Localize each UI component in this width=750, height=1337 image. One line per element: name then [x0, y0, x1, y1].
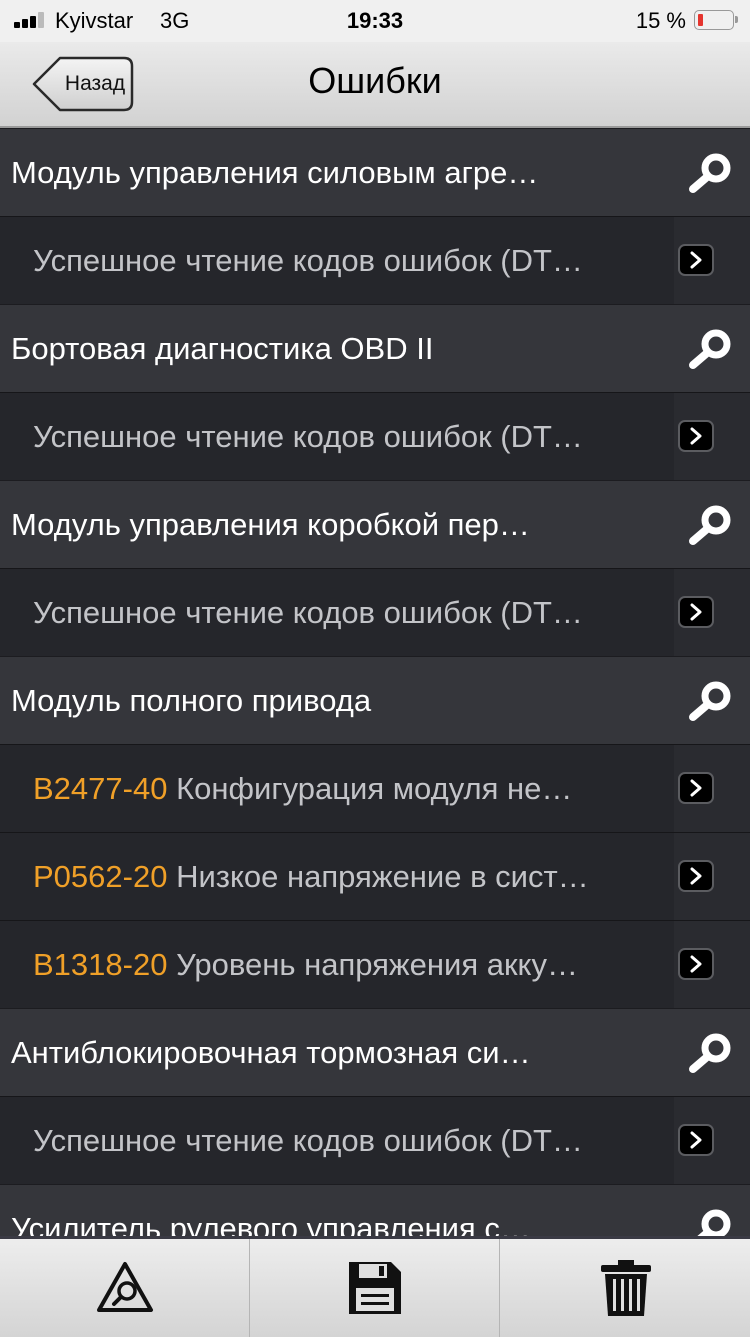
row-text: Успешное чтение кодов ошибок (DT… [33, 1123, 583, 1158]
module-search-button[interactable] [686, 679, 734, 723]
error-row[interactable]: P0562-20 Низкое напряжение в сист… [0, 832, 750, 921]
module-row: Бортовая диагностика OBD II [0, 304, 750, 392]
row-text: Успешное чтение кодов ошибок (DT… [33, 419, 583, 454]
detail-disclosure-button[interactable] [678, 244, 714, 276]
search-icon [689, 505, 731, 545]
module-name: Усилитель рулевого управления с… [11, 1185, 661, 1236]
detail-disclosure-button[interactable] [678, 1124, 714, 1156]
error-row[interactable]: Успешное чтение кодов ошибок (DT… [0, 568, 750, 657]
bottom-toolbar [0, 1236, 750, 1337]
detail-button-area [674, 393, 750, 481]
module-row: Модуль полного привода [0, 656, 750, 744]
detail-disclosure-button[interactable] [678, 772, 714, 804]
row-text: Низкое напряжение в сист… [176, 859, 589, 894]
row-text: Уровень напряжения акку… [176, 947, 578, 982]
error-row[interactable]: Успешное чтение кодов ошибок (DT… [0, 1096, 750, 1185]
row-text: Модуль управления коробкой пер… [11, 507, 530, 542]
error-description: B2477-40 Конфигурация модуля не… [33, 745, 653, 833]
error-description: Успешное чтение кодов ошибок (DT… [33, 569, 653, 657]
scan-errors-button[interactable] [0, 1239, 249, 1337]
detail-disclosure-button[interactable] [678, 420, 714, 452]
search-icon [689, 1033, 731, 1073]
row-text: Усилитель рулевого управления с… [11, 1211, 531, 1236]
search-icon [689, 329, 731, 369]
module-name: Антиблокировочная тормозная си… [11, 1009, 661, 1097]
module-search-button[interactable] [686, 1207, 734, 1236]
row-text: Модуль управления силовым агре… [11, 155, 539, 190]
module-name: Модуль управления коробкой пер… [11, 481, 661, 569]
battery-icon [694, 10, 738, 30]
search-icon [689, 153, 731, 193]
chevron-right-icon [690, 603, 702, 621]
warning-search-icon [96, 1262, 153, 1312]
detail-button-area [674, 1097, 750, 1185]
row-text: Антиблокировочная тормозная си… [11, 1035, 531, 1070]
search-icon [697, 1209, 731, 1236]
module-search-button[interactable] [686, 327, 734, 371]
error-code: P0562-20 [33, 859, 168, 894]
module-row: Модуль управления коробкой пер… [0, 480, 750, 568]
error-list: Модуль управления силовым агре… Успешное … [0, 128, 750, 1236]
detail-button-area [674, 217, 750, 305]
module-row: Антиблокировочная тормозная си… [0, 1008, 750, 1096]
error-row[interactable]: B1318-20 Уровень напряжения акку… [0, 920, 750, 1009]
detail-button-area [674, 745, 750, 833]
delete-button[interactable] [499, 1239, 750, 1337]
module-row: Модуль управления силовым агре… [0, 128, 750, 216]
chevron-right-icon [690, 427, 702, 445]
status-bar: Kyivstar 3G 19:33 15 % [0, 0, 750, 42]
battery-percent: 15 % [635, 8, 686, 33]
chevron-right-icon [690, 779, 702, 797]
error-description: B1318-20 Уровень напряжения акку… [33, 921, 653, 1009]
error-code: B1318-20 [33, 947, 168, 982]
search-icon [689, 681, 731, 721]
error-description: Успешное чтение кодов ошибок (DT… [33, 1097, 653, 1185]
error-description: P0562-20 Низкое напряжение в сист… [33, 833, 653, 921]
error-row[interactable]: B2477-40 Конфигурация модуля не… [0, 744, 750, 833]
chevron-right-icon [690, 955, 702, 973]
detail-button-area [674, 569, 750, 657]
row-text: Успешное чтение кодов ошибок (DT… [33, 595, 583, 630]
error-row[interactable]: Успешное чтение кодов ошибок (DT… [0, 216, 750, 305]
error-code: B2477-40 [33, 771, 168, 806]
detail-button-area [674, 921, 750, 1009]
row-text: Бортовая диагностика OBD II [11, 331, 434, 366]
error-row[interactable]: Успешное чтение кодов ошибок (DT… [0, 392, 750, 481]
save-icon [348, 1262, 401, 1314]
row-text: Успешное чтение кодов ошибок (DT… [33, 243, 583, 278]
chevron-right-icon [690, 1131, 702, 1149]
detail-button-area [674, 833, 750, 921]
row-text: Конфигурация модуля не… [176, 771, 573, 806]
page-title: Ошибки [308, 60, 442, 101]
detail-disclosure-button[interactable] [678, 596, 714, 628]
module-search-button[interactable] [686, 151, 734, 195]
module-name: Модуль управления силовым агре… [11, 129, 661, 217]
module-search-button[interactable] [686, 503, 734, 547]
error-description: Успешное чтение кодов ошибок (DT… [33, 217, 653, 305]
chevron-right-icon [690, 251, 702, 269]
module-name: Бортовая диагностика OBD II [11, 305, 661, 393]
chevron-right-icon [690, 867, 702, 885]
module-search-button[interactable] [686, 1031, 734, 1075]
navigation-bar: Назад Ошибки [0, 42, 750, 128]
error-description: Успешное чтение кодов ошибок (DT… [33, 393, 653, 481]
module-row: Усилитель рулевого управления с… [0, 1184, 750, 1236]
trash-icon [600, 1260, 651, 1316]
module-name: Модуль полного привода [11, 657, 661, 745]
detail-disclosure-button[interactable] [678, 948, 714, 980]
save-button[interactable] [249, 1239, 499, 1337]
row-text: Модуль полного привода [11, 683, 372, 718]
detail-disclosure-button[interactable] [678, 860, 714, 892]
